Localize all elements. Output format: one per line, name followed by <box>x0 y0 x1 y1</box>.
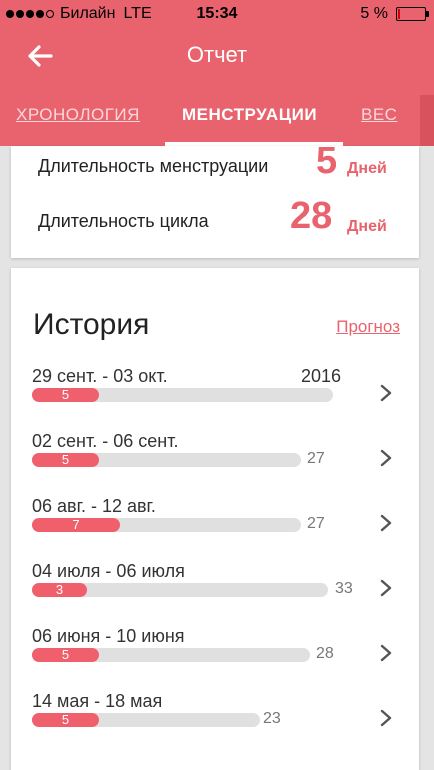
cycle-length: 27 <box>307 450 325 467</box>
history-row-dates: 02 сент. - 06 сент. <box>32 431 179 451</box>
tab-scroll-edge <box>420 95 434 146</box>
period-bar: 7 <box>32 518 120 532</box>
tab-chronology[interactable]: ХРОНОЛОГИЯ <box>16 105 140 125</box>
cycle-length: 28 <box>316 645 334 662</box>
history-title: История <box>33 308 150 341</box>
period-bar: 5 <box>32 713 99 727</box>
history-row[interactable]: 02 сент. - 06 сент. 5 27 <box>11 431 419 495</box>
history-row[interactable]: 06 июня - 10 июня 5 28 <box>11 626 419 690</box>
cycle-length-unit: Дней <box>347 218 387 235</box>
summary-card: Длительность менструации 5 Дней Длительн… <box>11 140 419 258</box>
history-row[interactable]: 14 мая - 18 мая 5 23 <box>11 691 419 755</box>
chevron-right-icon <box>380 579 392 597</box>
history-row-dates: 06 авг. - 12 авг. <box>32 496 156 516</box>
battery-percent: 5 % <box>360 5 388 22</box>
period-bar: 5 <box>32 648 99 662</box>
period-length-label: Длительность менструации <box>38 156 269 176</box>
period-length-unit: Дней <box>347 160 387 177</box>
page-title: Отчет <box>186 42 248 67</box>
chevron-right-icon <box>380 449 392 467</box>
period-length-value: 5 <box>316 140 338 182</box>
history-row-dates: 06 июня - 10 июня <box>32 626 185 646</box>
chevron-right-icon <box>380 514 392 532</box>
period-bar: 3 <box>32 583 87 597</box>
history-row-dates: 14 мая - 18 мая <box>32 691 163 711</box>
history-row-dates: 04 июля - 06 июля <box>32 561 185 581</box>
history-row[interactable]: 06 авг. - 12 авг. 7 27 <box>11 496 419 560</box>
chevron-right-icon <box>380 709 392 727</box>
history-card: История Прогноз 29 сент. - 03 окт. 2016 … <box>11 268 419 770</box>
history-row[interactable]: 04 июля - 06 июля 3 33 <box>11 561 419 625</box>
tab-bar: ХРОНОЛОГИЯ МЕНСТРУАЦИИ ВЕС <box>0 95 434 146</box>
history-row-year: 2016 <box>301 366 342 386</box>
tab-menstruation[interactable]: МЕНСТРУАЦИИ <box>182 105 317 125</box>
cycle-length-label: Длительность цикла <box>38 211 209 231</box>
cycle-length: 33 <box>335 580 353 597</box>
chevron-right-icon <box>380 384 392 402</box>
cycle-length: 27 <box>307 515 325 532</box>
period-bar: 5 <box>32 453 99 467</box>
tab-weight[interactable]: ВЕС <box>361 105 397 125</box>
battery-icon <box>396 7 429 21</box>
chevron-right-icon <box>380 644 392 662</box>
status-right: 5 % <box>360 5 429 23</box>
history-row-dates: 29 сент. - 03 окт. <box>32 366 168 386</box>
cycle-length: 23 <box>263 710 281 727</box>
cycle-length-value: 28 <box>290 195 333 237</box>
period-bar: 5 <box>32 388 99 402</box>
history-row[interactable]: 29 сент. - 03 окт. 2016 5 <box>11 366 419 430</box>
app-header: Билайн LTE 15:34 5 % Отчет ХРОНОЛОГИЯ МЕ… <box>0 0 434 146</box>
status-bar: Билайн LTE 15:34 5 % <box>0 0 434 30</box>
forecast-link[interactable]: Прогноз <box>336 317 400 337</box>
